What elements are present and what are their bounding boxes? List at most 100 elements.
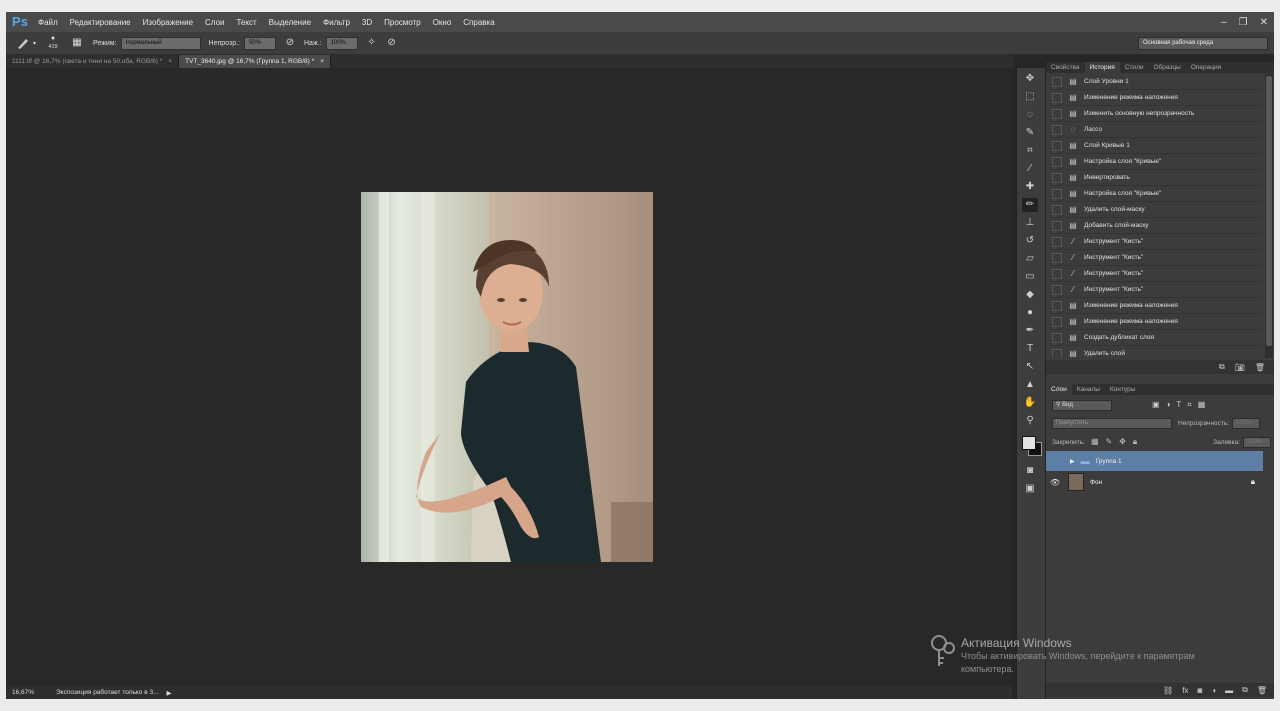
history-source-checkbox[interactable]: [1052, 332, 1062, 343]
close-icon[interactable]: ×: [320, 58, 324, 65]
history-item[interactable]: ▤ Изменение режима наложения: [1046, 314, 1263, 330]
history-source-checkbox[interactable]: [1052, 284, 1062, 295]
menu-select[interactable]: Выделение: [269, 18, 311, 27]
kind-filter-select[interactable]: ⚲ Вид: [1052, 399, 1112, 411]
pen-tool-icon[interactable]: ✒: [1022, 324, 1038, 338]
trash-icon[interactable]: 🗑︎: [1255, 363, 1265, 372]
tab-styles[interactable]: Стили: [1120, 62, 1149, 73]
history-source-checkbox[interactable]: [1052, 156, 1062, 167]
tab-layers[interactable]: Слои: [1046, 384, 1072, 395]
marquee-tool-icon[interactable]: ⬚: [1022, 90, 1038, 104]
history-source-checkbox[interactable]: [1052, 300, 1062, 311]
menu-filter[interactable]: Фильтр: [323, 18, 350, 27]
history-source-checkbox[interactable]: [1052, 108, 1062, 119]
zoom-level[interactable]: 16,67%: [6, 689, 36, 696]
brush-tool-preset-icon[interactable]: [16, 36, 30, 50]
snapshot-icon[interactable]: 📷︎: [1235, 363, 1245, 372]
menu-layers[interactable]: Слои: [205, 18, 224, 27]
history-source-checkbox[interactable]: [1052, 92, 1062, 103]
menu-type[interactable]: Текст: [236, 18, 256, 27]
lock-icons[interactable]: ▦✎✥🔒︎: [1091, 437, 1144, 447]
layer-group-1[interactable]: ▶ ▬ Группа 1: [1046, 451, 1263, 471]
history-item[interactable]: ▤ Изменение режима наложения: [1046, 298, 1263, 314]
screen-mode-icon[interactable]: ▣: [1022, 482, 1038, 496]
history-source-checkbox[interactable]: [1052, 124, 1062, 135]
close-button[interactable]: ✕: [1260, 17, 1268, 28]
dodge-tool-icon[interactable]: ●: [1022, 306, 1038, 320]
tab-document-1[interactable]: 1111.tif @ 16,7% (света и тени на 50.оба…: [6, 55, 180, 68]
canvas-area[interactable]: [6, 68, 1012, 686]
history-source-checkbox[interactable]: [1052, 188, 1062, 199]
history-brush-tool-icon[interactable]: ↺: [1022, 234, 1038, 248]
clone-stamp-tool-icon[interactable]: ⊥: [1022, 216, 1038, 230]
status-menu-arrow-icon[interactable]: ▶: [167, 689, 172, 697]
zoom-tool-icon[interactable]: ⚲: [1022, 414, 1038, 428]
brush-tool-icon[interactable]: ✏: [1022, 198, 1038, 212]
layer-name[interactable]: Фон: [1090, 479, 1102, 486]
new-document-from-state-icon[interactable]: ⧉: [1219, 362, 1225, 372]
brush-size-picker[interactable]: ● 419: [44, 35, 62, 51]
history-source-checkbox[interactable]: [1052, 140, 1062, 151]
menu-help[interactable]: Справка: [463, 18, 494, 27]
tablet-pressure-icon[interactable]: ⊘: [385, 36, 399, 50]
airbrush-icon[interactable]: ✧: [365, 36, 379, 50]
add-mask-icon[interactable]: ◙: [1197, 686, 1202, 695]
menu-view[interactable]: Просмотр: [384, 18, 421, 27]
gradient-tool-icon[interactable]: ▭: [1022, 270, 1038, 284]
history-item[interactable]: ▤ Настройка слоя "Кривые": [1046, 186, 1263, 202]
menu-edit[interactable]: Редактирование: [70, 18, 131, 27]
fill-input[interactable]: 100%: [1243, 436, 1271, 448]
restore-button[interactable]: ❐: [1239, 17, 1248, 28]
history-source-checkbox[interactable]: [1052, 204, 1062, 215]
brush-panel-toggle-icon[interactable]: ▦: [70, 36, 84, 50]
lasso-tool-icon[interactable]: ◌: [1022, 108, 1038, 122]
menu-image[interactable]: Изображение: [143, 18, 193, 27]
history-item[interactable]: ▤ Настройка слоя "Кривые": [1046, 154, 1263, 170]
tab-history[interactable]: История: [1084, 62, 1120, 73]
tab-actions[interactable]: Операции: [1186, 62, 1226, 73]
layer-opacity-input[interactable]: 100%: [1232, 417, 1261, 429]
minimize-button[interactable]: –: [1221, 17, 1227, 28]
move-tool-icon[interactable]: ✥: [1022, 72, 1038, 86]
trash-icon[interactable]: 🗑︎: [1257, 686, 1267, 695]
healing-brush-tool-icon[interactable]: ✚: [1022, 180, 1038, 194]
history-item[interactable]: ▤ Создать дубликат слоя: [1046, 330, 1263, 346]
history-source-checkbox[interactable]: [1052, 236, 1062, 247]
path-select-tool-icon[interactable]: ↖: [1022, 360, 1038, 374]
history-item[interactable]: ▤ Слой Кривые 1: [1046, 138, 1263, 154]
filter-icons[interactable]: ▣◑T⌗▦: [1152, 400, 1211, 410]
menu-window[interactable]: Окно: [433, 18, 452, 27]
menu-file[interactable]: Файл: [38, 18, 58, 27]
history-item[interactable]: ▤ Изменить основную непрозрачность: [1046, 106, 1263, 122]
link-layers-icon[interactable]: ⛓︎: [1163, 686, 1173, 695]
layer-background[interactable]: 👁︎ Фон 🔒︎: [1046, 471, 1263, 493]
fx-icon[interactable]: fx: [1182, 686, 1188, 695]
foreground-color-swatch-top[interactable]: [1022, 436, 1036, 450]
adjustment-layer-icon[interactable]: ◑: [1211, 686, 1216, 695]
history-source-checkbox[interactable]: [1052, 220, 1062, 231]
chevron-down-icon[interactable]: ▾: [33, 40, 36, 47]
blur-tool-icon[interactable]: ◆: [1022, 288, 1038, 302]
app-logo[interactable]: Ps: [10, 14, 30, 30]
history-item[interactable]: ▤ Инвертировать: [1046, 170, 1263, 186]
history-source-checkbox[interactable]: [1052, 268, 1062, 279]
history-item[interactable]: ⁄ Инструмент "Кисть": [1046, 234, 1263, 250]
history-item[interactable]: ▤ Изменение режима наложения: [1046, 90, 1263, 106]
opacity-input[interactable]: 50%: [244, 36, 276, 50]
history-item[interactable]: ▤ Добавить слой-маску: [1046, 218, 1263, 234]
history-source-checkbox[interactable]: [1052, 76, 1062, 87]
menu-3d[interactable]: 3D: [362, 18, 372, 27]
tab-document-2[interactable]: TVT_3640.jpg @ 16,7% (Группа 1, RGB/8) *…: [179, 55, 331, 68]
history-source-checkbox[interactable]: [1052, 172, 1062, 183]
document-image[interactable]: [361, 192, 653, 562]
pressure-input[interactable]: 100%: [325, 36, 358, 50]
layer-name[interactable]: Группа 1: [1096, 458, 1122, 465]
tab-swatches[interactable]: Образцы: [1149, 62, 1186, 73]
expand-arrow-icon[interactable]: ▶: [1070, 458, 1075, 465]
history-item[interactable]: ⁄ Инструмент "Кисть": [1046, 266, 1263, 282]
tab-channels[interactable]: Каналы: [1072, 384, 1105, 395]
type-tool-icon[interactable]: T: [1022, 342, 1038, 356]
eraser-tool-icon[interactable]: ▱: [1022, 252, 1038, 266]
history-item[interactable]: ▤ Удалить слой-маску: [1046, 202, 1263, 218]
history-source-checkbox[interactable]: [1052, 252, 1062, 263]
